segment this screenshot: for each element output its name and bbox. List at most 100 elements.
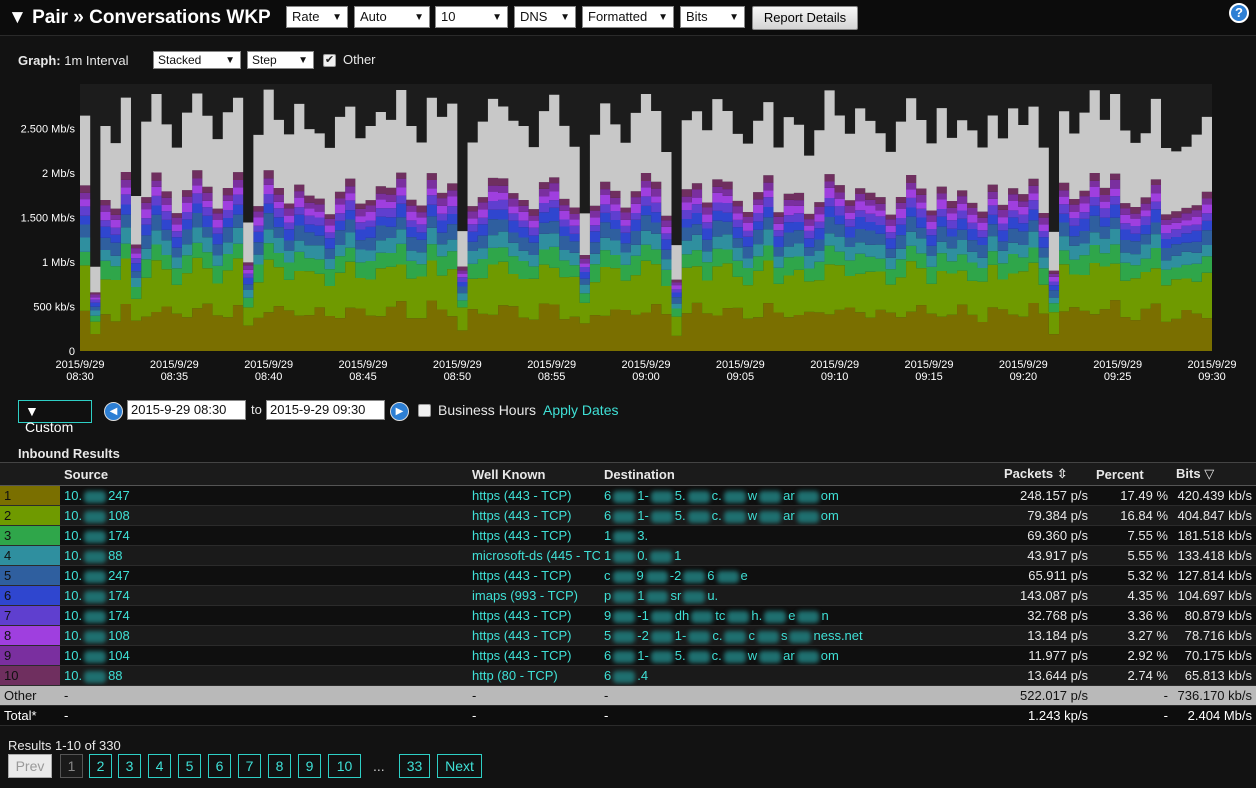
destination-link[interactable]: 9 -1 dh tc h. e n: [600, 605, 1000, 626]
well-known-header[interactable]: Well Known: [468, 462, 600, 486]
table-row[interactable]: 6 10. 174 imaps (993 - TCP) p 1 sr u. 143.087 p/…: [0, 585, 1256, 606]
page-6-button[interactable]: 6: [208, 754, 231, 778]
well-known-link[interactable]: imaps (993 - TCP): [468, 585, 600, 606]
redacted-segment: [727, 610, 750, 623]
redacted-segment: [789, 630, 812, 643]
source-link[interactable]: 10. 247: [60, 485, 468, 506]
destination-part: -2: [637, 628, 649, 643]
table-row[interactable]: 7 10. 174 https (443 - TCP) 9 -1 dh tc h. e n 32.76…: [0, 605, 1256, 626]
well-known-link[interactable]: https (443 - TCP): [468, 565, 600, 586]
table-row[interactable]: 9 10. 104 https (443 - TCP) 6 1- 5. c. w ar om 11.9…: [0, 645, 1256, 666]
prev-range-icon[interactable]: ◀: [104, 402, 123, 421]
destination-part: -2: [669, 568, 682, 583]
destination-link[interactable]: p 1 sr u.: [600, 585, 1000, 606]
help-icon[interactable]: ?: [1229, 3, 1249, 23]
packets-header[interactable]: Packets ⇳: [1000, 462, 1092, 486]
page-9-button[interactable]: 9: [298, 754, 321, 778]
page-2-button[interactable]: 2: [89, 754, 112, 778]
table-row[interactable]: 1 10. 247 https (443 - TCP) 6 1- 5. c. w ar om 248.…: [0, 485, 1256, 506]
page-10-button[interactable]: 10: [328, 754, 361, 778]
destination-link[interactable]: 6 1- 5. c. w ar om: [600, 485, 1000, 506]
report-details-button[interactable]: Report Details: [752, 6, 858, 30]
well-known-link[interactable]: https (443 - TCP): [468, 625, 600, 646]
table-row[interactable]: 10 10. 88 http (80 - TCP) 6.4 13.644 p/s 2.74 …: [0, 665, 1256, 686]
redacted-segment: [612, 570, 635, 583]
custom-range-button[interactable]: ▼ Custom: [18, 400, 92, 435]
destination-link[interactable]: 5 -2 1- c. c s ness.net: [600, 625, 1000, 646]
page-1-button[interactable]: 1: [60, 754, 83, 778]
business-hours-checkbox[interactable]: [418, 404, 431, 417]
auto-select-value: Auto: [360, 9, 387, 24]
auto-select[interactable]: Auto ▼: [354, 6, 430, 28]
destination-link[interactable]: 6 1- 5. c. w ar om: [600, 645, 1000, 666]
destination-header[interactable]: Destination: [600, 462, 1000, 486]
next-range-icon[interactable]: ▶: [390, 402, 409, 421]
dns-select[interactable]: DNS ▼: [514, 6, 576, 28]
bits-header[interactable]: Bits ▽: [1172, 462, 1256, 486]
page-8-button[interactable]: 8: [268, 754, 291, 778]
source-part: 10.: [64, 508, 83, 523]
well-known-link[interactable]: microsoft-ds (445 - TC: [468, 545, 600, 566]
table-row[interactable]: 4 10. 88 microsoft-ds (445 - TC 1 0. 1 43.917 p…: [0, 545, 1256, 566]
destination-part: .4: [637, 668, 649, 683]
table-row[interactable]: 5 10. 247 https (443 - TCP) c 9 -2 6 e 65.911 p/s…: [0, 565, 1256, 586]
source-link[interactable]: 10. 247: [60, 565, 468, 586]
table-row[interactable]: 8 10. 108 https (443 - TCP) 5 -2 1- c. c s ness.ne…: [0, 625, 1256, 646]
source-link[interactable]: 10. 88: [60, 545, 468, 566]
destination-link[interactable]: 6 1- 5. c. w ar om: [600, 505, 1000, 526]
destination-part: dh: [674, 608, 690, 623]
source-header[interactable]: Source: [60, 462, 468, 486]
x-tick-time: 08:50: [444, 371, 472, 383]
x-tick-time: 08:30: [66, 371, 94, 383]
count-select[interactable]: 10 ▼: [435, 6, 508, 28]
destination-link[interactable]: c 9 -2 6 e: [600, 565, 1000, 586]
page-4-button[interactable]: 4: [148, 754, 171, 778]
destination-link[interactable]: 1 3.: [600, 525, 1000, 546]
page-3-button[interactable]: 3: [118, 754, 141, 778]
chevron-down-icon: ▼: [414, 12, 424, 23]
source-link[interactable]: 10. 108: [60, 625, 468, 646]
other-checkbox[interactable]: ✔: [323, 54, 336, 67]
packets-value: 11.977 p/s: [1000, 645, 1092, 666]
source-link[interactable]: 10. 174: [60, 585, 468, 606]
total-row-well-known: -: [468, 705, 600, 726]
title-bar: ▼ Pair » Conversations WKP Rate ▼ Auto ▼ 1…: [0, 0, 1256, 36]
percent-header[interactable]: Percent: [1092, 462, 1172, 486]
page-5-button[interactable]: 5: [178, 754, 201, 778]
source-part: 10.: [64, 608, 83, 623]
source-link[interactable]: 10. 88: [60, 665, 468, 686]
x-tick-date: 2015/9/29: [433, 359, 482, 371]
page-title[interactable]: ▼ Pair » Conversations WKP: [8, 7, 271, 29]
page-7-button[interactable]: 7: [238, 754, 261, 778]
source-link[interactable]: 10. 174: [60, 525, 468, 546]
well-known-link[interactable]: https (443 - TCP): [468, 605, 600, 626]
well-known-link[interactable]: https (443 - TCP): [468, 485, 600, 506]
graph-style-select[interactable]: Step ▼: [247, 51, 314, 69]
bits-select[interactable]: Bits ▼: [680, 6, 745, 28]
source-link[interactable]: 10. 104: [60, 645, 468, 666]
destination-part: 5.: [674, 488, 686, 503]
apply-dates-link[interactable]: Apply Dates: [543, 402, 618, 418]
well-known-link[interactable]: https (443 - TCP): [468, 505, 600, 526]
rate-select[interactable]: Rate ▼: [286, 6, 348, 28]
date-to-input[interactable]: 2015-9-29 09:30: [266, 400, 385, 420]
date-from-input[interactable]: 2015-9-29 08:30: [127, 400, 246, 420]
table-row[interactable]: 2 10. 108 https (443 - TCP) 6 1- 5. c. w ar om 79.3…: [0, 505, 1256, 526]
formatted-select[interactable]: Formatted ▼: [582, 6, 674, 28]
next-page-button[interactable]: Next: [437, 754, 482, 778]
destination-link[interactable]: 6.4: [600, 665, 1000, 686]
table-row[interactable]: 3 10. 174 https (443 - TCP) 1 3. 69.360 p/s 7.5…: [0, 525, 1256, 546]
prev-page-button[interactable]: Prev: [8, 754, 52, 778]
destination-part: w: [747, 488, 758, 503]
destination-part: s: [780, 628, 788, 643]
page-33-button[interactable]: 33: [399, 754, 430, 778]
destination-link[interactable]: 1 0. 1: [600, 545, 1000, 566]
well-known-link[interactable]: http (80 - TCP): [468, 665, 600, 686]
bits-value: 133.418 kb/s: [1172, 545, 1256, 566]
well-known-link[interactable]: https (443 - TCP): [468, 525, 600, 546]
destination-part: 1-: [637, 648, 649, 663]
source-link[interactable]: 10. 174: [60, 605, 468, 626]
graph-mode-select[interactable]: Stacked ▼: [153, 51, 241, 69]
well-known-link[interactable]: https (443 - TCP): [468, 645, 600, 666]
source-link[interactable]: 10. 108: [60, 505, 468, 526]
